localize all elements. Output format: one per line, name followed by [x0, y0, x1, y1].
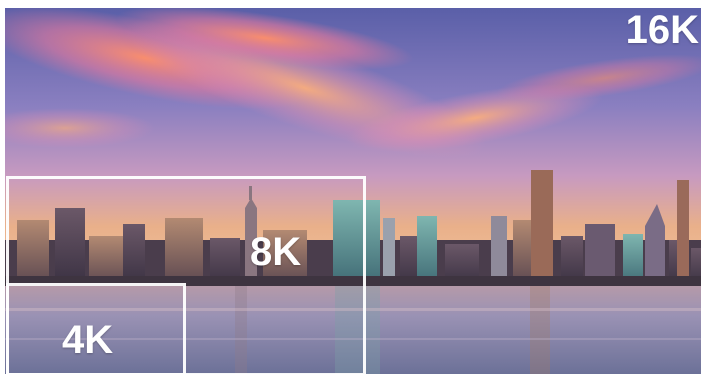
label-16k: 16K	[625, 8, 699, 52]
label-4k: 4K	[62, 318, 114, 362]
label-8k: 8K	[250, 230, 302, 274]
resolution-comparison-image: 16K 8K 4K	[0, 0, 705, 378]
